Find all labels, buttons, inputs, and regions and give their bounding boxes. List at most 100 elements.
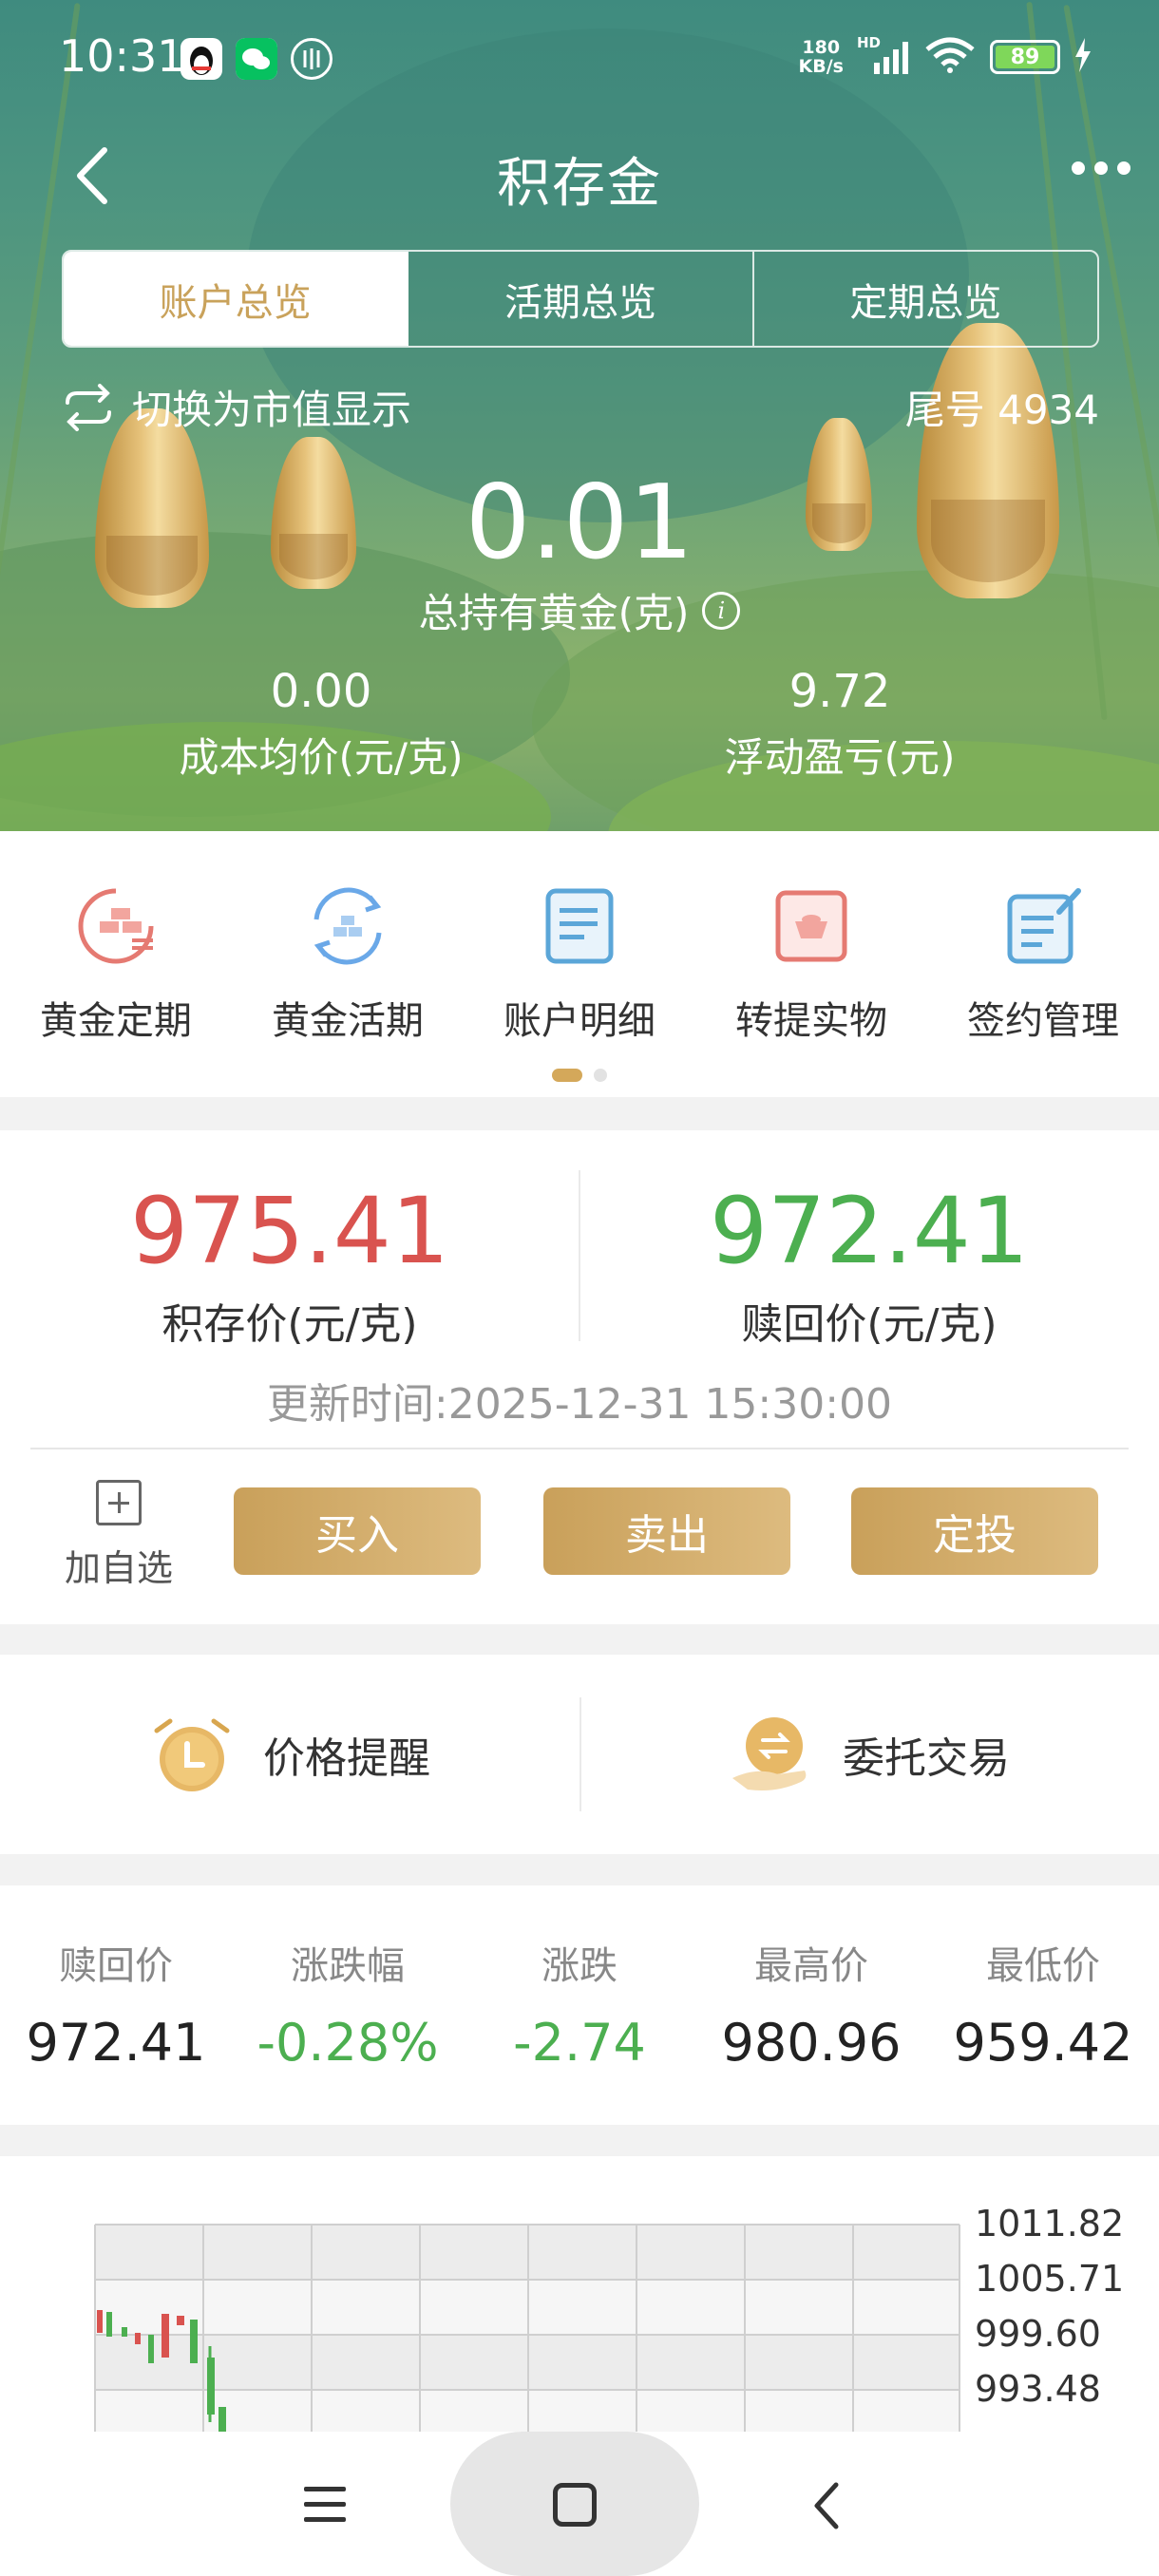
swap-icon <box>66 383 111 431</box>
alarm-clock-icon <box>154 1718 230 1791</box>
cost-average-label: 成本均价(元/克) <box>179 734 464 781</box>
auto-invest-button[interactable]: 定投 <box>851 1487 1098 1575</box>
more-dot-icon <box>1094 161 1108 175</box>
quote-redemption: 赎回价 972.41 <box>0 1935 232 2073</box>
cost-average-value: 0.00 <box>270 665 372 718</box>
menu-line-icon <box>304 2502 346 2507</box>
shortcut-physical-withdraw[interactable]: 转提实物 <box>695 883 927 1045</box>
gold-fixed-icon <box>78 888 154 964</box>
wechat-icon <box>236 38 277 80</box>
accumulation-price-label: 积存价(元/克) <box>162 1300 418 1349</box>
quote-label: 最高价 <box>754 1944 868 1988</box>
home-square-icon <box>553 2483 597 2527</box>
price-card: 975.41 积存价(元/克) 972.41 赎回价(元/克) 更新时间:202… <box>0 1130 1159 1624</box>
quote-value: -2.74 <box>513 2013 646 2073</box>
physical-withdraw-icon <box>775 890 847 962</box>
shortcut-label: 黄金定期 <box>40 999 192 1043</box>
charging-icon <box>1074 38 1092 76</box>
status-right-group: 180 KB/s HD 89 <box>799 34 1092 78</box>
entrust-trade-button[interactable]: 委托交易 <box>580 1655 1159 1854</box>
page-dot-active <box>552 1069 582 1082</box>
shortcut-label: 黄金活期 <box>272 999 424 1043</box>
accumulation-price: 975.41 积存价(元/克) <box>0 1178 580 1351</box>
shortcut-label: 转提实物 <box>735 999 887 1043</box>
quote-high: 最高价 980.96 <box>695 1935 927 2073</box>
quote-value: 972.41 <box>26 2013 206 2073</box>
wifi-icon <box>923 36 977 78</box>
shortcut-label: 账户明细 <box>504 999 656 1043</box>
menu-line-icon <box>304 2517 346 2522</box>
more-dot-icon <box>1117 161 1130 175</box>
update-time: 更新时间:2025-12-31 15:30:00 <box>266 1380 893 1429</box>
chevron-left-icon <box>814 2482 839 2529</box>
total-gold-label: 总持有黄金(克) <box>418 590 690 636</box>
status-time: 10:31 <box>59 30 185 82</box>
tools-card: 价格提醒 委托交易 <box>0 1655 1159 1854</box>
nav-bar: 积存金 <box>0 123 1159 228</box>
gold-current-icon <box>314 887 382 965</box>
shortcut-contract-manage[interactable]: 签约管理 <box>927 883 1159 1045</box>
quote-label: 赎回价 <box>59 1944 173 1988</box>
tab-current-overview[interactable]: 活期总览 <box>408 252 754 346</box>
add-square-icon <box>96 1480 142 1525</box>
info-icon[interactable]: i <box>702 591 741 630</box>
page-dot <box>594 1069 607 1082</box>
add-favorite-button[interactable]: 加自选 <box>52 1480 185 1591</box>
floating-pnl-value: 9.72 <box>788 665 891 718</box>
entrust-trade-icon <box>732 1717 807 1790</box>
y-axis-label: 993.48 <box>975 2368 1101 2410</box>
buy-button[interactable]: 买入 <box>234 1487 481 1575</box>
floating-pnl-stat: 9.72 浮动盈亏(元) <box>640 665 1039 784</box>
more-dot-icon <box>1072 161 1085 175</box>
account-tail-number: 尾号 4934 <box>904 387 1099 433</box>
recent-apps-button[interactable] <box>304 2487 346 2532</box>
y-axis-label: 1005.71 <box>975 2258 1125 2300</box>
signal-hd-label: HD <box>857 34 882 51</box>
quote-label: 涨跌幅 <box>291 1944 405 1988</box>
redemption-price: 972.41 赎回价(元/克) <box>580 1178 1159 1351</box>
menu-line-icon <box>304 2487 346 2491</box>
quote-label: 最低价 <box>986 1944 1100 1988</box>
tab-fixed-overview[interactable]: 定期总览 <box>754 252 1097 346</box>
price-alert-button[interactable]: 价格提醒 <box>0 1655 580 1854</box>
accumulation-price-value: 975.41 <box>130 1178 449 1284</box>
tab-account-overview[interactable]: 账户总览 <box>64 252 409 346</box>
quote-change-percent: 涨跌幅 -0.28% <box>232 1935 464 2073</box>
contract-manage-icon <box>1007 888 1081 964</box>
quote-value: 959.42 <box>953 2013 1133 2073</box>
app-notification-icon <box>291 38 332 80</box>
page-title: 积存金 <box>497 153 662 215</box>
system-back-button[interactable] <box>808 2477 846 2534</box>
shortcut-gold-current[interactable]: 黄金活期 <box>232 883 464 1045</box>
redemption-price-value: 972.41 <box>710 1178 1029 1284</box>
price-alert-label: 价格提醒 <box>263 1734 430 1783</box>
divider <box>30 1448 1129 1449</box>
add-favorite-label: 加自选 <box>64 1547 173 1589</box>
qq-icon <box>180 38 222 80</box>
system-nav-bar <box>0 2432 1159 2576</box>
account-detail-icon <box>545 888 614 964</box>
kline-y-axis: 1011.82 1005.71 999.60 993.48 <box>975 2196 1124 2416</box>
total-gold-label-row: 总持有黄金(克) i <box>0 581 1159 639</box>
y-axis-label: 1011.82 <box>975 2203 1125 2245</box>
shortcut-label: 签约管理 <box>967 999 1119 1043</box>
shortcut-account-detail[interactable]: 账户明细 <box>464 883 695 1045</box>
page-indicator <box>0 1069 1159 1082</box>
shortcut-row: 黄金定期 黄金活期 账户明细 转提实物 签约管理 <box>0 831 1159 1097</box>
floating-pnl-label: 浮动盈亏(元) <box>724 734 956 781</box>
switch-display-label: 切换为市值显示 <box>132 387 412 433</box>
quote-value: 980.96 <box>721 2013 902 2073</box>
quote-change: 涨跌 -2.74 <box>464 1935 695 2073</box>
status-bar: 10:31 180 KB/s HD 89 <box>0 0 1159 114</box>
switch-display-button[interactable]: 切换为市值显示 <box>62 378 411 436</box>
home-button[interactable] <box>450 2432 699 2576</box>
redemption-price-label: 赎回价(元/克) <box>741 1300 998 1349</box>
cost-average-stat: 0.00 成本均价(元/克) <box>122 665 521 784</box>
signal-icon: HD <box>857 34 910 76</box>
screen: 10:31 180 KB/s HD 89 积存金 账户总览 活期总览 定期总览 … <box>0 0 1159 2576</box>
quote-label: 涨跌 <box>542 1944 618 1988</box>
shortcut-gold-fixed[interactable]: 黄金定期 <box>0 883 232 1045</box>
total-gold-value: 0.01 <box>465 464 694 582</box>
sell-button[interactable]: 卖出 <box>543 1487 790 1575</box>
more-menu-button[interactable] <box>1072 161 1130 175</box>
